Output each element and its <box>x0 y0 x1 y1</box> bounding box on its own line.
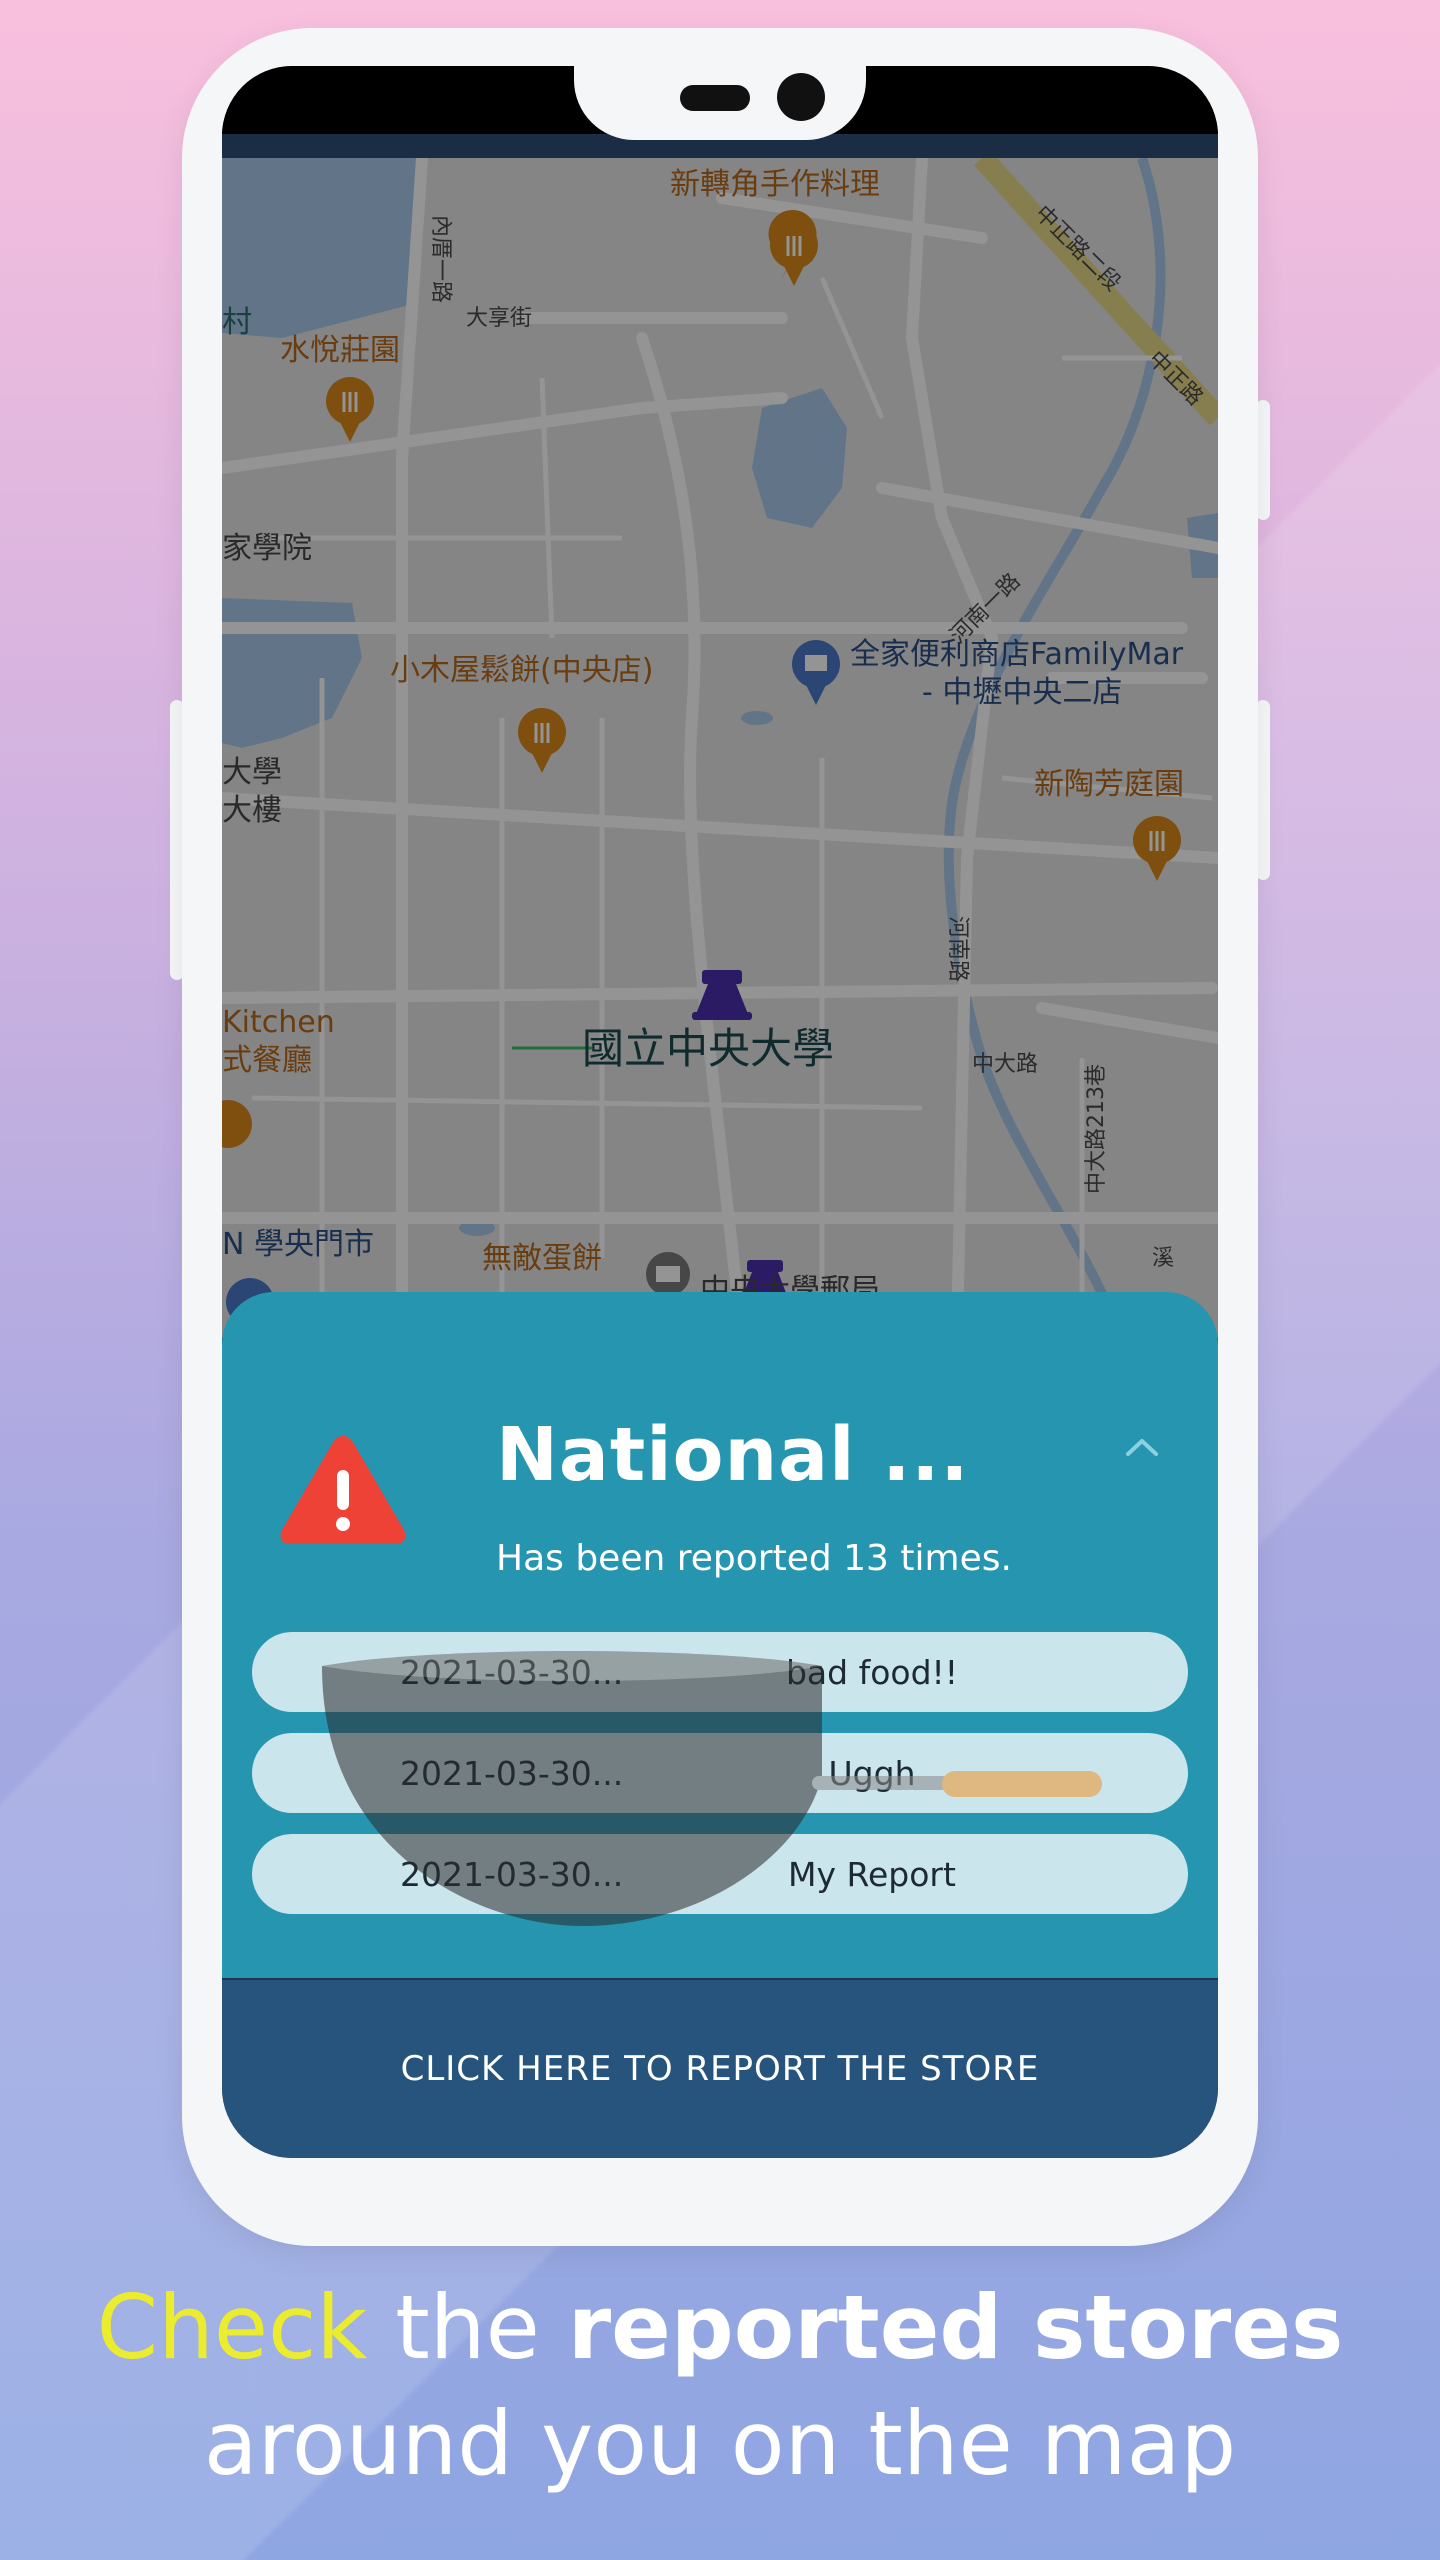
caption-word-the: the <box>367 2276 568 2379</box>
report-date: 2021-03-30... <box>400 1854 624 1894</box>
report-store-button[interactable]: CLICK HERE TO REPORT THE STORE <box>222 1980 1218 2158</box>
phone-camera <box>777 73 825 121</box>
promo-caption: Check the reported stores around you on … <box>0 2270 1440 2502</box>
report-store-button-label: CLICK HERE TO REPORT THE STORE <box>400 2049 1040 2089</box>
report-date: 2021-03-30... <box>400 1652 624 1692</box>
caption-line-1: Check the reported stores <box>0 2270 1440 2386</box>
power-button <box>1256 400 1270 520</box>
side-button <box>1256 700 1270 880</box>
store-report-sheet: National ... Has been reported 13 times.… <box>222 1292 1218 1978</box>
report-list: 2021-03-30... bad food!! 2021-03-30... U… <box>252 1632 1188 1935</box>
phone-speaker <box>680 85 750 111</box>
report-row[interactable]: 2021-03-30... bad food!! <box>252 1632 1188 1712</box>
report-date: 2021-03-30... <box>400 1753 624 1793</box>
caption-highlight-check: Check <box>96 2276 368 2379</box>
warning-triangle-icon <box>280 1436 406 1544</box>
phone-screen: 新轉角手作料理 中正路二段 中正路 內厝一路 大享街 村 水悅莊園 家學院 小木… <box>222 66 1218 2158</box>
chevron-up-icon[interactable] <box>1122 1432 1162 1462</box>
caption-line-2: around you on the map <box>203 2392 1237 2496</box>
report-text: bad food!! <box>785 1652 958 1692</box>
store-title: National ... <box>496 1412 970 1498</box>
report-row[interactable]: 2021-03-30... Uggh <box>252 1733 1188 1813</box>
report-count-text: Has been reported 13 times. <box>496 1538 1012 1579</box>
report-text: My Report <box>788 1854 956 1894</box>
caption-reported-stores: reported stores <box>567 2276 1344 2379</box>
report-text: Uggh <box>828 1753 916 1793</box>
report-row[interactable]: 2021-03-30... My Report <box>252 1834 1188 1914</box>
map-view[interactable]: 新轉角手作料理 中正路二段 中正路 內厝一路 大享街 村 水悅莊園 家學院 小木… <box>222 158 1218 1338</box>
map-dim-overlay <box>222 158 1218 1338</box>
